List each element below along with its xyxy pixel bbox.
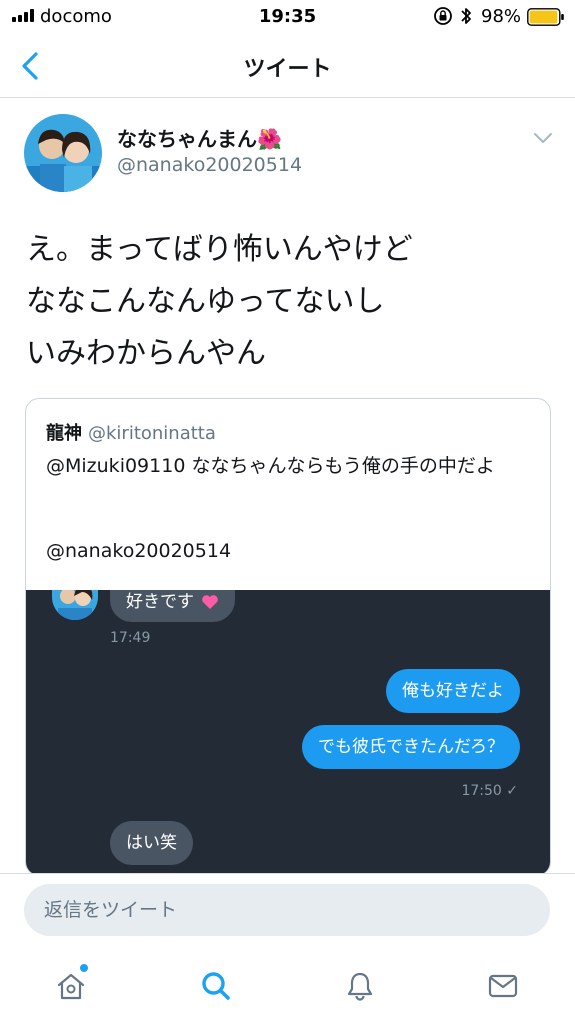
quoted-mention[interactable]: @nanako20020514 xyxy=(46,540,231,562)
battery-icon xyxy=(527,8,564,26)
tab-messages[interactable] xyxy=(478,961,528,1011)
quoted-tweet-text: @Mizuki09110 ななちゃんならもう俺の手の中だよ xyxy=(46,455,495,477)
tab-search[interactable] xyxy=(191,961,241,1011)
new-content-dot xyxy=(80,964,88,972)
status-bar: docomo 19:35 98% xyxy=(0,0,575,34)
notifications-icon xyxy=(347,972,373,1001)
tweet-line: え。まってばり怖いんやけど xyxy=(26,232,413,267)
quoted-tweet-card[interactable]: 龍神 @kiritoninatta @Mizuki09110 ななちゃんならもう俺… xyxy=(25,398,551,876)
tab-home[interactable] xyxy=(46,961,96,1011)
quoted-handle: @kiritoninatta xyxy=(88,423,216,444)
chat-timestamp: 17:49 xyxy=(110,630,151,646)
chat-bubble-incoming: 好きです xyxy=(110,590,236,622)
tweet-line: ななこんなんゆってないし xyxy=(26,284,385,319)
tweet-line: いみわからんやん xyxy=(26,336,266,371)
display-name[interactable]: ななちゃんまん🌺 xyxy=(117,123,282,152)
bluetooth-icon xyxy=(461,8,471,24)
search-icon xyxy=(202,972,230,1000)
avatar-photo xyxy=(24,114,102,192)
user-handle[interactable]: @nanako20020514 xyxy=(117,154,302,176)
reply-input[interactable] xyxy=(24,884,550,936)
heart-icon xyxy=(202,595,219,609)
tab-bar xyxy=(0,947,575,1024)
lock-rotation-icon xyxy=(434,7,452,25)
quoted-display-name: 龍神 xyxy=(46,423,82,444)
chat-bubble-incoming: はい笑 xyxy=(110,821,193,865)
chat-bubble-outgoing: 俺も好きだよ xyxy=(386,669,520,713)
nav-bar: ツイート xyxy=(0,34,575,98)
battery-percent: 98% xyxy=(481,6,522,27)
avatar[interactable] xyxy=(24,114,102,192)
reply-bar xyxy=(0,873,575,947)
messages-icon xyxy=(488,974,518,998)
tweet-text: え。まってばり怖いんやけど ななこんなんゆってないし いみわからんやん xyxy=(26,224,551,380)
chat-timestamp: 17:50 ✓ xyxy=(461,783,518,799)
chat-avatar xyxy=(52,590,98,620)
page-title: ツイート xyxy=(243,57,332,82)
chat-screenshot-image[interactable]: 好きです 17:49 俺も好きだよ でも彼氏できたんだろ？ 17:50 ✓ はい… xyxy=(26,590,550,875)
home-icon xyxy=(57,973,85,1000)
quoted-tweet-header: 龍神 @kiritoninatta xyxy=(46,419,216,445)
chevron-down-icon[interactable] xyxy=(531,130,555,146)
chat-bubble-outgoing: でも彼氏できたんだろ？ xyxy=(302,725,520,769)
tab-notifications[interactable] xyxy=(335,961,385,1011)
